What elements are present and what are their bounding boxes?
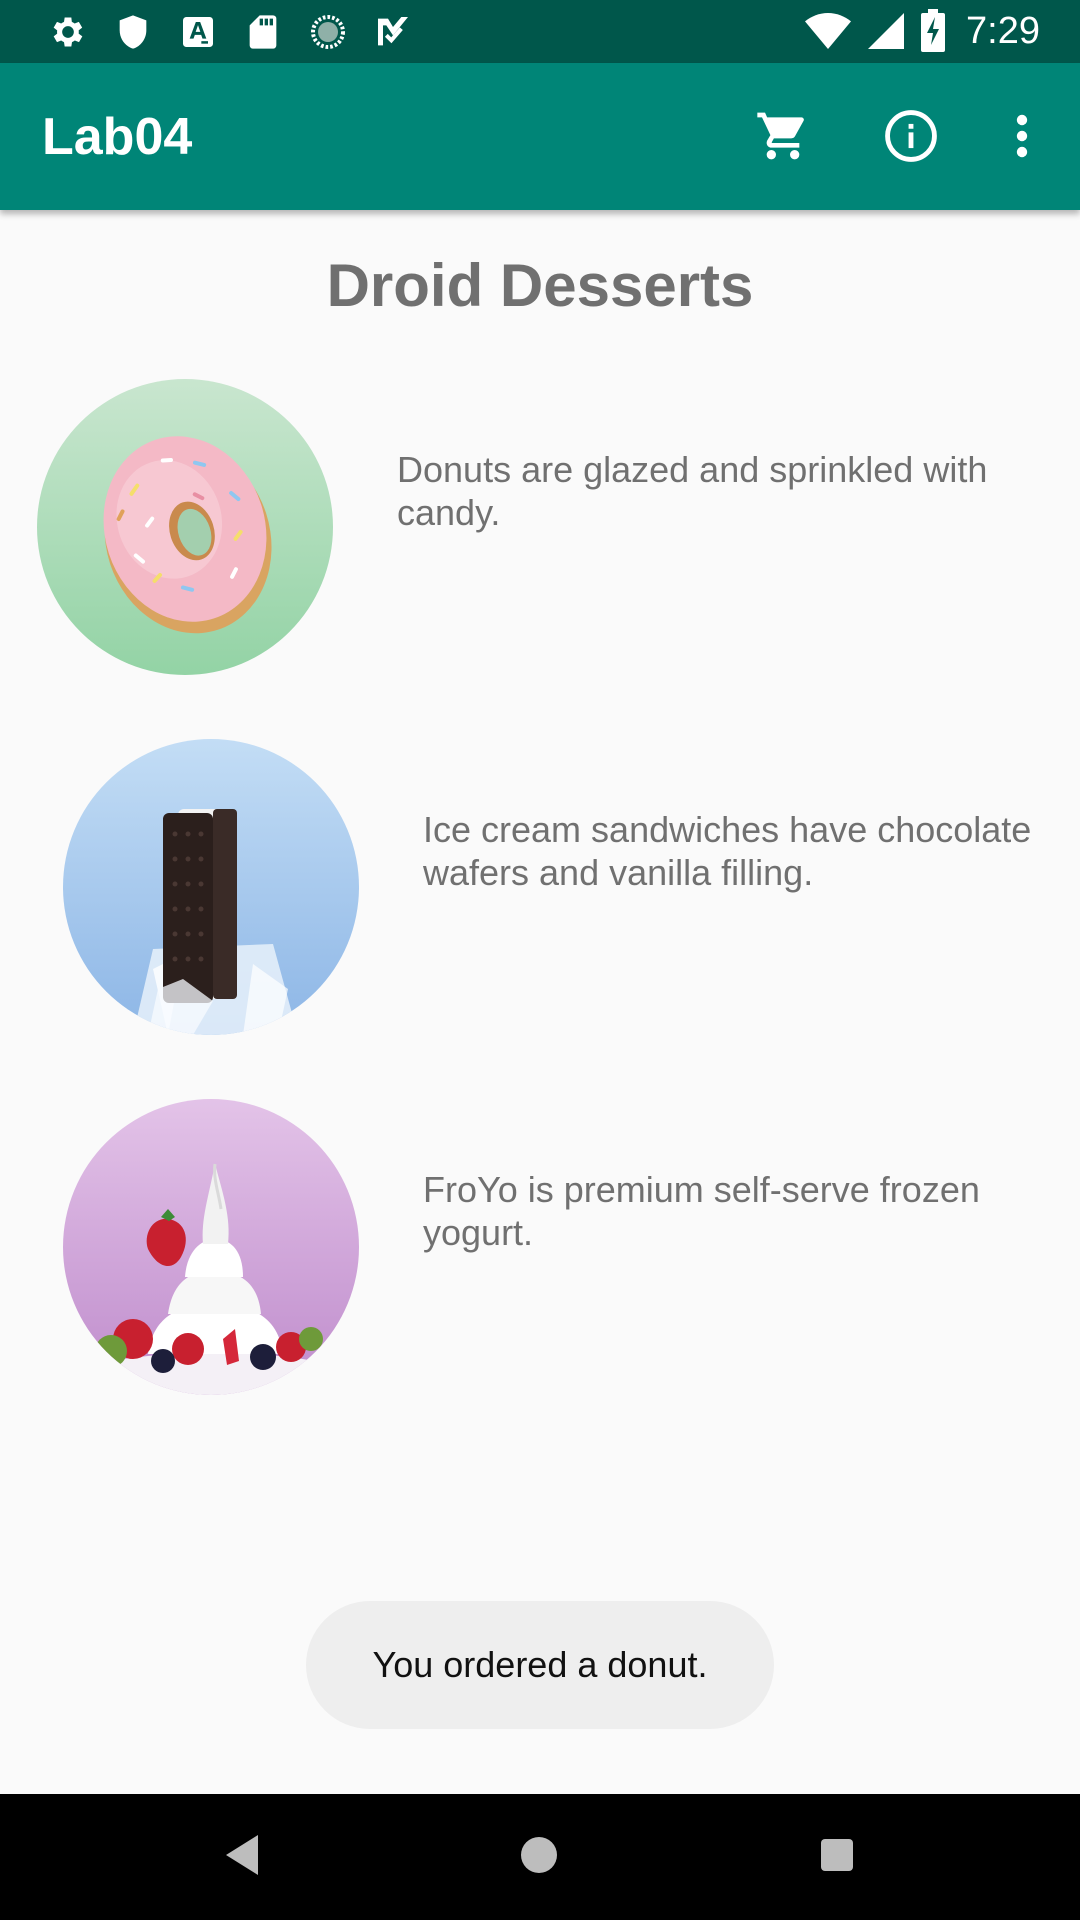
info-icon xyxy=(882,107,940,165)
back-button[interactable] xyxy=(214,1829,270,1885)
froyo-image[interactable] xyxy=(63,1099,359,1395)
main-content: Droid Desserts Donuts are glazed and spr… xyxy=(0,210,1080,1794)
recents-icon xyxy=(819,1837,855,1878)
font-a-icon xyxy=(178,12,218,52)
task-check-icon xyxy=(373,12,413,52)
status-bar: 7:29 xyxy=(0,0,1080,63)
navigation-bar xyxy=(0,1794,1080,1920)
ice-cream-sandwich-image[interactable] xyxy=(63,739,359,1035)
cell-signal-icon xyxy=(866,11,906,51)
froyo-description: FroYo is premium self-serve frozen yogur… xyxy=(423,1169,980,1253)
shield-icon xyxy=(113,12,153,52)
sd-card-icon xyxy=(243,12,283,52)
donut-image[interactable] xyxy=(37,379,333,675)
battery-charging-icon xyxy=(920,9,946,53)
info-button[interactable] xyxy=(878,103,944,169)
overflow-menu-button[interactable] xyxy=(990,103,1054,169)
home-icon xyxy=(519,1835,559,1880)
app-title: Lab04 xyxy=(42,108,193,166)
overflow-menu-icon xyxy=(1012,112,1032,160)
toast-message: You ordered a donut. xyxy=(306,1601,774,1729)
home-button[interactable] xyxy=(511,1829,567,1885)
cart-icon xyxy=(755,108,811,164)
back-icon xyxy=(222,1833,262,1882)
sync-circle-icon xyxy=(308,12,348,52)
clock: 7:29 xyxy=(966,9,1040,52)
app-bar: Lab04 xyxy=(0,63,1080,210)
page-title: Droid Desserts xyxy=(326,252,754,319)
settings-icon xyxy=(48,12,88,52)
system-icons: 7:29 xyxy=(804,8,1040,54)
cart-button[interactable] xyxy=(750,103,816,169)
ice-cream-sandwich-description: Ice cream sandwiches have chocolate wafe… xyxy=(423,809,1032,893)
notification-icons xyxy=(48,10,413,54)
donut-description: Donuts are glazed and sprinkled with can… xyxy=(397,449,988,533)
recents-button[interactable] xyxy=(809,1829,865,1885)
wifi-icon xyxy=(804,11,852,51)
